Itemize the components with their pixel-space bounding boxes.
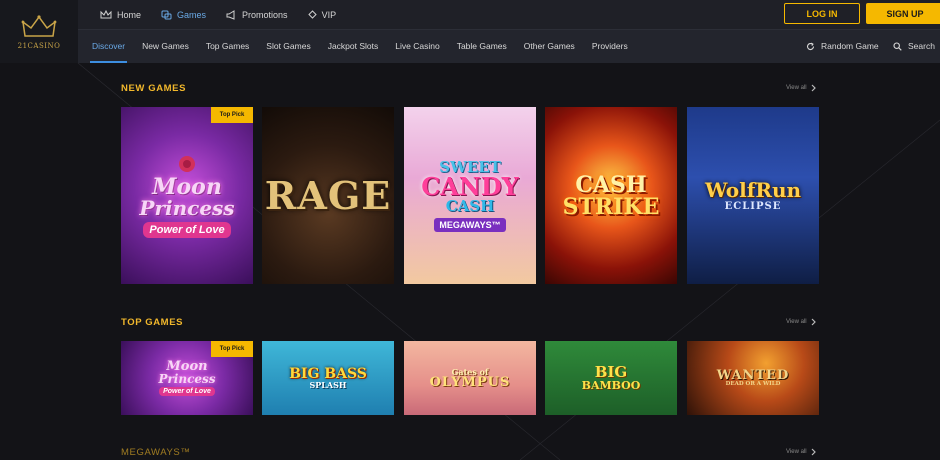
game-title-line1: WANTED xyxy=(716,367,790,383)
random-game-label: Random Game xyxy=(821,41,879,51)
category-nav: Discover New Games Top Games Slot Games … xyxy=(89,29,645,63)
game-title-line2: SPLASH xyxy=(309,380,347,390)
crown-icon xyxy=(100,10,112,19)
view-all-label: View all xyxy=(786,85,807,91)
nav-games-label: Games xyxy=(177,9,207,20)
top-pick-badge: Top Pick xyxy=(211,107,253,123)
nav-vip[interactable]: VIP xyxy=(307,9,337,20)
chevron-right-icon xyxy=(811,84,816,92)
game-art: BIG BASS SPLASH xyxy=(262,341,394,415)
tab-providers[interactable]: Providers xyxy=(592,29,628,63)
view-all-label: View all xyxy=(786,449,807,455)
section-title-megaways: MEGAWAYS™ xyxy=(121,447,191,458)
top-pick-badge: Top Pick xyxy=(211,341,253,357)
game-title-line3: CASH xyxy=(445,196,495,215)
game-title-line2: OLYMPUS xyxy=(429,374,511,390)
game-title-line2: Princess xyxy=(139,195,235,220)
rose-icon xyxy=(179,155,195,172)
view-all-top-games[interactable]: View all xyxy=(786,318,816,326)
nav-games[interactable]: Games xyxy=(161,10,206,20)
game-title-line1: BIG BASS xyxy=(289,366,367,382)
game-card[interactable]: Moon Princess Power of Love Top Pick xyxy=(121,341,253,415)
nav-promotions-label: Promotions xyxy=(242,9,288,20)
chevron-right-icon xyxy=(811,448,816,456)
game-art: BIG BAMBOO xyxy=(545,341,677,415)
game-art: Gates of OLYMPUS xyxy=(404,341,536,415)
game-subtitle: MEGAWAYS™ xyxy=(434,217,506,232)
section-title-top-games: TOP GAMES xyxy=(121,317,184,328)
nav-promotions[interactable]: Promotions xyxy=(226,10,288,20)
game-art: WolfRun ECLIPSE xyxy=(687,107,819,284)
game-title-line2: CANDY xyxy=(421,171,519,201)
game-art: RAGE xyxy=(262,107,394,284)
nav-home-label: Home xyxy=(117,9,142,20)
search-label: Search xyxy=(908,41,935,51)
game-card[interactable]: SWEET CANDY CASH MEGAWAYS™ xyxy=(404,107,536,284)
section-title-new-games: NEW GAMES xyxy=(121,83,187,94)
game-title-line2: BAMBOO xyxy=(581,379,641,392)
game-card[interactable]: Moon Princess Power of Love Top Pick xyxy=(121,107,253,284)
game-art: SWEET CANDY CASH MEGAWAYS™ xyxy=(404,107,536,284)
megaphone-icon xyxy=(226,9,235,20)
diamond-icon xyxy=(307,10,317,19)
game-card[interactable]: Gates of OLYMPUS xyxy=(404,341,536,415)
search-icon xyxy=(893,41,902,51)
chevron-right-icon xyxy=(811,318,816,326)
game-card[interactable]: CASH STRIKE xyxy=(545,107,677,284)
view-all-label: View all xyxy=(786,319,807,325)
logo[interactable]: 21CASINO xyxy=(0,0,78,63)
game-title-line1: BIG xyxy=(594,363,628,381)
tab-discover[interactable]: Discover xyxy=(89,29,128,63)
search-button[interactable]: Search xyxy=(893,29,935,63)
logo-text: 21CASINO xyxy=(17,41,61,50)
game-title-line1: WolfRun xyxy=(704,177,802,202)
random-game-button[interactable]: Random Game xyxy=(806,29,879,63)
login-button[interactable]: LOG IN xyxy=(784,3,860,24)
game-card[interactable]: BIG BASS SPLASH xyxy=(262,341,394,415)
game-subtitle: Power of Love xyxy=(159,387,215,396)
game-card[interactable]: BIG BAMBOO xyxy=(545,341,677,415)
tab-slot-games[interactable]: Slot Games xyxy=(266,29,310,63)
signup-button[interactable]: SIGN UP xyxy=(866,3,940,24)
game-title-line2: STRIKE xyxy=(562,193,660,220)
game-title-line2: DEAD OR A WILD xyxy=(725,380,781,387)
game-card[interactable]: WANTED DEAD OR A WILD xyxy=(687,341,819,415)
tab-new-games[interactable]: New Games xyxy=(142,29,189,63)
nav-vip-label: VIP xyxy=(321,9,337,20)
game-title-line1: RAGE xyxy=(264,172,392,218)
game-title-line2: Princess xyxy=(158,372,216,386)
crown-logo-icon xyxy=(21,14,57,37)
game-art: WANTED DEAD OR A WILD xyxy=(687,341,819,415)
game-card[interactable]: WolfRun ECLIPSE xyxy=(687,107,819,284)
dice-icon xyxy=(161,10,172,19)
tab-live-casino[interactable]: Live Casino xyxy=(395,29,439,63)
tab-table-games[interactable]: Table Games xyxy=(457,29,507,63)
game-card[interactable]: RAGE xyxy=(262,107,394,284)
game-art: Moon Princess Power of Love xyxy=(121,107,253,284)
game-title-line2: ECLIPSE xyxy=(724,200,782,212)
game-title-line1: Moon xyxy=(152,173,222,200)
nav-home[interactable]: Home xyxy=(100,10,141,20)
tab-top-games[interactable]: Top Games xyxy=(206,29,249,63)
tab-other-games[interactable]: Other Games xyxy=(524,29,575,63)
game-subtitle: Power of Love xyxy=(143,221,231,238)
view-all-new-games[interactable]: View all xyxy=(786,84,816,92)
main-nav: Home Games Promotions VIP xyxy=(100,0,356,29)
refresh-icon xyxy=(806,42,815,50)
game-art: CASH STRIKE xyxy=(545,107,677,284)
game-title-line1: CASH xyxy=(575,171,647,198)
tab-jackpot-slots[interactable]: Jackpot Slots xyxy=(328,29,379,63)
view-all-megaways[interactable]: View all xyxy=(786,448,816,456)
